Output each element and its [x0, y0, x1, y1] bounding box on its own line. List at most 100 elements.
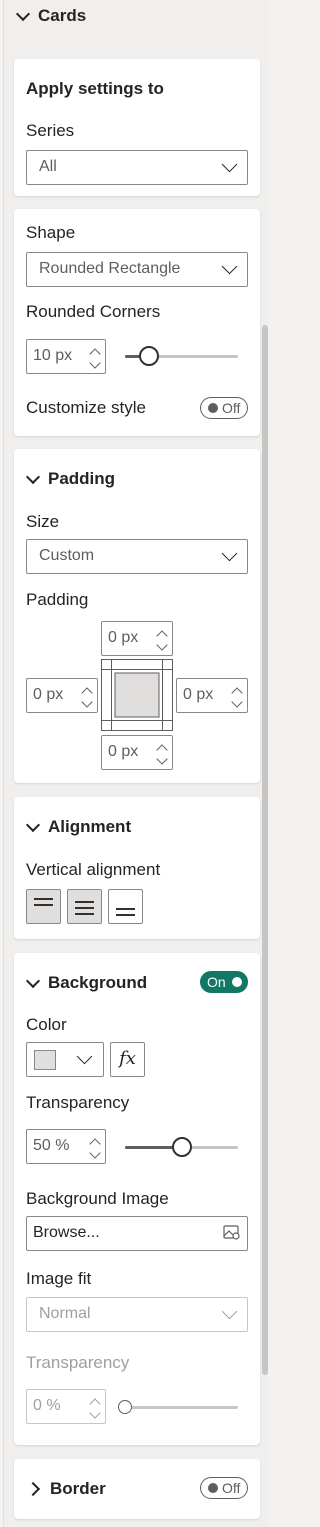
border-section-title: Border — [50, 1479, 106, 1498]
padding-top-value: 0 px — [108, 629, 139, 646]
size-label: Size — [26, 512, 60, 531]
series-label: Series — [26, 121, 75, 140]
toggle-state: Off — [222, 400, 241, 416]
chevron-down-icon[interactable] — [81, 696, 93, 708]
chevron-down-icon — [25, 973, 41, 988]
toggle-knob — [232, 977, 242, 987]
background-image-label: Background Image — [26, 1189, 169, 1208]
background-section-title: Background — [48, 973, 148, 992]
padding-bottom-stepper[interactable]: 0 px — [101, 735, 173, 770]
slider-thumb[interactable] — [139, 346, 159, 366]
padding-top-stepper[interactable]: 0 px — [101, 621, 173, 656]
fx-icon: fx — [119, 1048, 136, 1069]
rounded-corners-label: Rounded Corners — [26, 302, 161, 321]
browse-label: Browse... — [33, 1224, 100, 1241]
rounded-corners-stepper[interactable]: 10 px — [26, 339, 106, 374]
padding-left-stepper[interactable]: 0 px — [26, 678, 98, 713]
chevron-down-icon[interactable] — [156, 639, 168, 651]
chevron-down-icon[interactable] — [156, 753, 168, 765]
toggle-state: Off — [222, 1480, 241, 1496]
background-toggle[interactable]: On — [200, 971, 248, 993]
rounded-corners-value: 10 px — [33, 347, 73, 364]
browse-field[interactable]: Browse... — [26, 1216, 248, 1251]
apply-settings-title: Apply settings to — [26, 79, 164, 98]
transparency-slider[interactable] — [125, 1137, 238, 1157]
toggle-knob — [208, 1483, 218, 1493]
align-middle-icon — [75, 901, 94, 903]
border-section-header[interactable]: Border — [25, 1479, 106, 1499]
image-transparency-label: Transparency — [26, 1353, 130, 1372]
color-picker[interactable] — [26, 1042, 104, 1077]
image-transparency-value: 0 % — [33, 1397, 61, 1414]
image-icon — [223, 1225, 241, 1241]
background-section-header[interactable]: Background — [25, 973, 148, 993]
chevron-down-icon[interactable] — [89, 1147, 101, 1159]
padding-size-value: Custom — [39, 547, 95, 564]
image-transparency-slider[interactable] — [118, 1397, 238, 1417]
shape-dropdown[interactable]: Rounded Rectangle — [26, 252, 248, 287]
image-fit-value: Normal — [39, 1305, 91, 1322]
align-bottom-icon-line — [116, 914, 135, 916]
padding-label: Padding — [26, 590, 89, 609]
toggle-knob — [208, 403, 218, 413]
chevron-down-icon — [25, 469, 41, 484]
transparency-label: Transparency — [26, 1093, 130, 1112]
color-label: Color — [26, 1015, 67, 1034]
transparency-stepper[interactable]: 50 % — [26, 1129, 106, 1164]
padding-section-header[interactable]: Padding — [25, 469, 116, 489]
vertical-alignment-label: Vertical alignment — [26, 860, 161, 879]
chevron-down-icon[interactable] — [89, 1407, 101, 1419]
padding-box-diagram — [101, 659, 173, 731]
chevron-down-icon — [76, 1048, 93, 1065]
padding-left-value: 0 px — [33, 686, 64, 703]
slider-thumb[interactable] — [172, 1137, 192, 1157]
chevron-down-icon — [15, 6, 31, 21]
slider-track — [118, 1406, 238, 1409]
background-card: Background On Color fx Transparency 50 %… — [14, 953, 260, 1445]
padding-card: Padding Size Custom Padding 0 px 0 px 0 … — [14, 449, 260, 783]
image-fit-label: Image fit — [26, 1269, 92, 1288]
chevron-down-icon — [25, 817, 41, 832]
alignment-section-title: Alignment — [48, 817, 132, 836]
padding-right-stepper[interactable]: 0 px — [176, 678, 248, 713]
chevron-down-icon[interactable] — [231, 696, 243, 708]
fx-button[interactable]: fx — [110, 1042, 145, 1077]
chevron-right-icon — [25, 1481, 41, 1497]
padding-size-dropdown[interactable]: Custom — [26, 539, 248, 574]
shape-label: Shape — [26, 223, 76, 242]
border-toggle[interactable]: Off — [200, 1477, 248, 1499]
padding-bottom-value: 0 px — [108, 743, 139, 760]
align-bottom-button[interactable] — [108, 889, 143, 924]
shape-dropdown-value: Rounded Rectangle — [39, 260, 181, 277]
image-fit-dropdown[interactable]: Normal — [26, 1297, 248, 1332]
padding-section-title: Padding — [48, 469, 116, 488]
toggle-state: On — [207, 974, 226, 990]
align-top-button[interactable] — [26, 889, 61, 924]
chevron-down-icon — [221, 1303, 238, 1320]
cards-section-header[interactable]: Cards — [15, 6, 87, 26]
image-transparency-stepper[interactable]: 0 % — [26, 1389, 106, 1424]
alignment-card: Alignment Vertical alignment — [14, 797, 260, 939]
series-dropdown[interactable]: All — [26, 150, 248, 185]
shape-card: Shape Rounded Rectangle Rounded Corners … — [14, 209, 260, 436]
border-card: Border Off — [14, 1459, 260, 1519]
alignment-section-header[interactable]: Alignment — [25, 817, 132, 837]
align-top-icon — [34, 898, 53, 900]
padding-right-value: 0 px — [183, 686, 214, 703]
chevron-down-icon[interactable] — [89, 357, 101, 369]
customize-style-toggle[interactable]: Off — [200, 397, 248, 419]
chevron-down-icon — [221, 156, 238, 173]
slider-thumb[interactable] — [118, 1400, 132, 1414]
chevron-down-icon — [221, 545, 238, 562]
transparency-value: 50 % — [33, 1137, 70, 1154]
align-top-icon-line — [34, 904, 53, 906]
customize-style-label: Customize style — [26, 398, 146, 417]
cards-section-title: Cards — [38, 6, 87, 25]
series-dropdown-value: All — [39, 158, 57, 175]
rounded-corners-slider[interactable] — [125, 346, 238, 366]
apply-settings-card: Apply settings to Series All — [14, 59, 260, 196]
align-middle-icon-line — [75, 913, 94, 915]
align-middle-icon-line — [75, 907, 94, 909]
align-middle-button[interactable] — [67, 889, 102, 924]
pane-scrollbar[interactable] — [262, 325, 268, 1375]
